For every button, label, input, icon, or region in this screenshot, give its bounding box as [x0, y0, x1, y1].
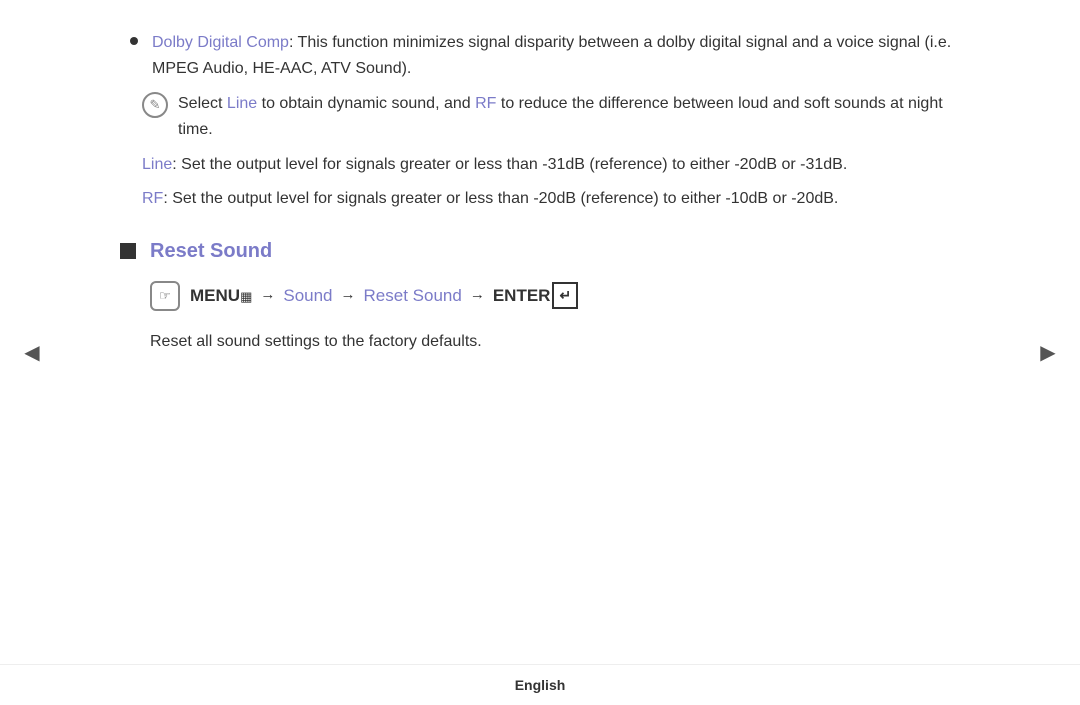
section-title: Reset Sound	[150, 240, 272, 263]
reset-sound-description: Reset all sound settings to the factory …	[150, 329, 980, 355]
footer: English	[0, 664, 1080, 705]
content-area: Dolby Digital Comp: This function minimi…	[0, 0, 1080, 664]
menu-path: ☞ MENU▦ → Sound → Reset Sound → ENTER↵	[150, 281, 980, 311]
enter-icon: ↵	[552, 282, 578, 309]
dolby-term: Dolby Digital Comp	[152, 34, 289, 51]
note-line-term: Line	[227, 95, 257, 112]
menu-arrow-3: →	[470, 284, 485, 307]
menu-sound: Sound	[283, 283, 332, 309]
bullet-dolby-text: Dolby Digital Comp: This function minimi…	[152, 30, 980, 81]
note-before-line: Select	[178, 95, 227, 112]
bullet-dot-icon	[130, 37, 138, 45]
section-heading: Reset Sound	[120, 240, 980, 263]
enter-label: ENTER	[493, 283, 551, 309]
bullet-dolby: Dolby Digital Comp: This function minimi…	[120, 30, 980, 81]
menu-button-icon: ☞	[150, 281, 180, 311]
note-pencil-icon: ✎	[142, 92, 168, 118]
rf-definition: RF: Set the output level for signals gre…	[142, 186, 980, 212]
footer-language: English	[515, 677, 566, 693]
enter-key: ENTER↵	[493, 282, 578, 309]
menu-reset-sound: Reset Sound	[364, 283, 462, 309]
menu-arrow-1: →	[260, 284, 275, 307]
rf-body: : Set the output level for signals great…	[163, 190, 838, 207]
note-text: Select Line to obtain dynamic sound, and…	[178, 91, 980, 142]
note-item: ✎ Select Line to obtain dynamic sound, a…	[142, 91, 980, 142]
note-rf-term: RF	[475, 95, 496, 112]
note-middle: to obtain dynamic sound, and	[257, 95, 475, 112]
menu-label: MENU▦	[190, 283, 252, 309]
line-term: Line	[142, 156, 172, 173]
page-container: Dolby Digital Comp: This function minimi…	[0, 0, 1080, 705]
rf-term: RF	[142, 190, 163, 207]
line-definition: Line: Set the output level for signals g…	[142, 152, 980, 178]
menu-arrow-2: →	[341, 284, 356, 307]
line-body: : Set the output level for signals great…	[172, 156, 847, 173]
section-square-icon	[120, 243, 136, 259]
